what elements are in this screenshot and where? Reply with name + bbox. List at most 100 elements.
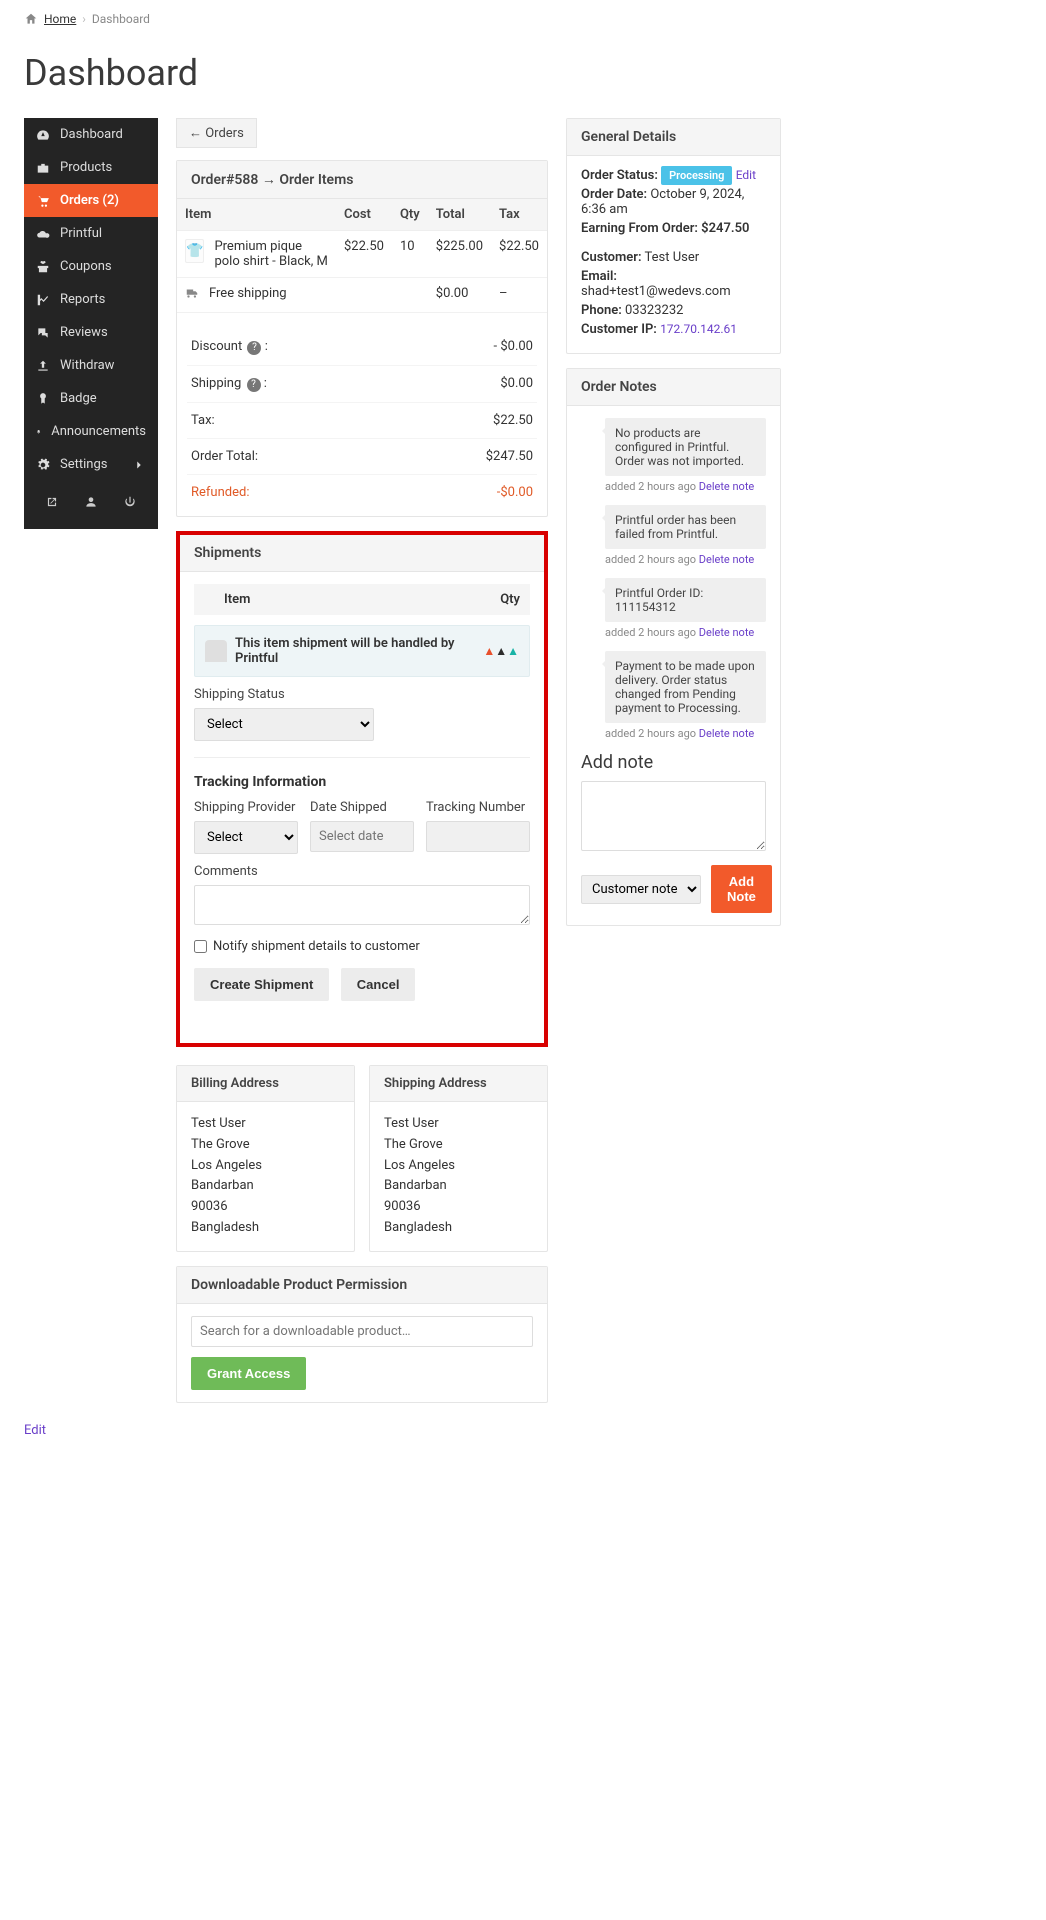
order-items-panel: Order#588 → Order Items Item Cost Qty To… <box>176 160 548 517</box>
general-details-panel: General Details Order Status: Processing… <box>566 118 781 354</box>
sidebar-item-dashboard[interactable]: Dashboard <box>24 118 158 151</box>
note-type-select[interactable]: Customer note <box>581 875 701 904</box>
breadcrumb: Home › Dashboard <box>24 12 1022 26</box>
shipping-provider-select[interactable]: Select <box>194 821 298 854</box>
download-heading: Downloadable Product Permission <box>177 1267 547 1304</box>
billing-heading: Billing Address <box>177 1066 354 1102</box>
sidebar-item-label: Printful <box>60 226 146 241</box>
breadcrumb-home[interactable]: Home <box>44 12 76 26</box>
address-line: The Grove <box>384 1135 533 1156</box>
sidebar-item-label: Orders (2) <box>60 193 146 208</box>
date-shipped-label: Date Shipped <box>310 800 414 815</box>
page-title: Dashboard <box>24 52 1022 94</box>
sidebar-item-coupons[interactable]: Coupons <box>24 250 158 283</box>
customer-lbl: Customer: <box>581 250 642 265</box>
item-name: Premium pique polo shirt - Black, M <box>214 239 328 269</box>
item-total: $225.00 <box>428 231 491 278</box>
help-icon[interactable]: ? <box>247 341 261 355</box>
sidebar: Dashboard Products Orders (2) Printful C… <box>24 118 158 529</box>
note-meta: added 2 hours ago Delete note <box>605 553 766 566</box>
address-line: Bandarban <box>191 1176 340 1197</box>
refunded-value: -$0.00 <box>497 485 533 500</box>
note-meta: added 2 hours ago Delete note <box>605 480 766 493</box>
sidebar-item-label: Dashboard <box>60 127 146 142</box>
sidebar-item-label: Reviews <box>60 325 146 340</box>
col-tax: Tax <box>491 199 547 231</box>
sidebar-item-products[interactable]: Products <box>24 151 158 184</box>
earning-val: $247.50 <box>701 221 749 236</box>
sidebar-item-reviews[interactable]: Reviews <box>24 316 158 349</box>
sidebar-item-announcements[interactable]: Announcements <box>24 415 158 448</box>
earning-lbl: Earning From Order: <box>581 221 698 236</box>
email-lbl: Email: <box>581 269 617 284</box>
bell-icon <box>36 425 41 439</box>
briefcase-icon <box>36 161 50 175</box>
back-to-orders-button[interactable]: ← Orders <box>176 118 257 148</box>
sidebar-item-printful[interactable]: Printful <box>24 217 158 250</box>
addnote-textarea[interactable] <box>581 781 766 851</box>
grant-access-button[interactable]: Grant Access <box>191 1357 306 1390</box>
help-icon[interactable]: ? <box>247 378 261 392</box>
order-note: Printful order has been failed from Prin… <box>605 505 766 549</box>
tax-value: $22.50 <box>493 413 533 428</box>
tracking-number-input[interactable] <box>426 821 530 852</box>
sidebar-item-badge[interactable]: Badge <box>24 382 158 415</box>
table-row: 👕 Premium pique polo shirt - Black, M $2… <box>177 231 547 278</box>
sidebar-item-label: Products <box>60 160 146 175</box>
status-badge: Processing <box>661 166 732 185</box>
address-line: 90036 <box>384 1197 533 1218</box>
create-shipment-button[interactable]: Create Shipment <box>194 968 329 1001</box>
sidebar-item-orders[interactable]: Orders (2) <box>24 184 158 217</box>
phone-lbl: Phone: <box>581 303 622 318</box>
delete-note-link[interactable]: Delete note <box>699 626 755 639</box>
delete-note-link[interactable]: Delete note <box>699 480 755 493</box>
billing-address-panel: Billing Address Test UserThe GroveLos An… <box>176 1065 355 1252</box>
address-line: 90036 <box>191 1197 340 1218</box>
tracking-heading: Tracking Information <box>194 774 530 790</box>
sidebar-item-label: Coupons <box>60 259 146 274</box>
provider-label: Shipping Provider <box>194 800 298 815</box>
address-line: Test User <box>384 1114 533 1135</box>
edit-page-link[interactable]: Edit <box>24 1423 1022 1438</box>
package-icon <box>205 640 227 662</box>
breadcrumb-current: Dashboard <box>92 12 150 26</box>
ship-col-item: Item <box>194 584 404 615</box>
user-icon[interactable] <box>84 495 98 513</box>
ship-col-qty: Qty <box>404 584 530 615</box>
col-item: Item <box>177 199 336 231</box>
col-qty: Qty <box>392 199 428 231</box>
order-note: Printful Order ID: 111154312 <box>605 578 766 622</box>
download-search-input[interactable] <box>191 1316 533 1347</box>
item-cost: $22.50 <box>336 231 392 278</box>
shipping-status-select[interactable]: Select <box>194 708 374 741</box>
comments-textarea[interactable] <box>194 885 530 925</box>
chart-icon <box>36 293 50 307</box>
item-qty: 10 <box>392 231 428 278</box>
shipments-highlight-box: Shipments Item Qty This item shipment w <box>176 531 548 1047</box>
tax-label: Tax: <box>191 413 215 428</box>
discount-label: Discount <box>191 339 242 354</box>
address-line: Test User <box>191 1114 340 1135</box>
power-icon[interactable] <box>123 495 137 513</box>
edit-status-link[interactable]: Edit <box>736 168 756 182</box>
badge-icon <box>36 392 50 406</box>
sidebar-item-label: Badge <box>60 391 146 406</box>
delete-note-link[interactable]: Delete note <box>699 727 755 740</box>
ordertotal-value: $247.50 <box>486 449 533 464</box>
add-note-button[interactable]: Add Note <box>711 865 772 913</box>
shipping-label: Shipping <box>191 376 241 391</box>
date-shipped-input[interactable] <box>310 821 414 852</box>
ip-link[interactable]: 172.70.142.61 <box>660 322 737 336</box>
sidebar-item-label: Settings <box>60 457 122 472</box>
delete-note-link[interactable]: Delete note <box>699 553 755 566</box>
shipping-address-panel: Shipping Address Test UserThe GroveLos A… <box>369 1065 548 1252</box>
cancel-shipment-button[interactable]: Cancel <box>341 968 416 1001</box>
sidebar-item-reports[interactable]: Reports <box>24 283 158 316</box>
sidebar-item-settings[interactable]: Settings <box>24 448 158 481</box>
address-line: Los Angeles <box>191 1156 340 1177</box>
notes-heading: Order Notes <box>567 369 780 406</box>
sidebar-item-withdraw[interactable]: Withdraw <box>24 349 158 382</box>
external-link-icon[interactable] <box>45 495 59 513</box>
address-line: The Grove <box>191 1135 340 1156</box>
notify-checkbox[interactable] <box>194 940 207 953</box>
